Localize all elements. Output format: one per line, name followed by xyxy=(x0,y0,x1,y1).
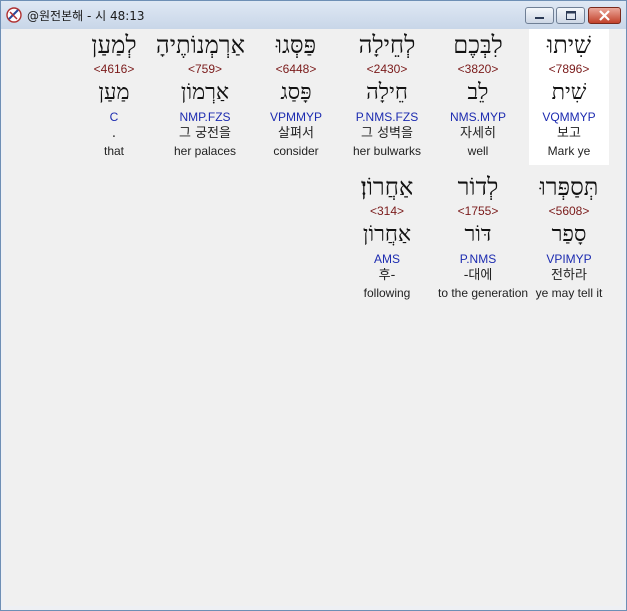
korean-gloss: 그 궁전을 xyxy=(179,126,231,141)
hebrew-word: לְמַעַן xyxy=(91,31,137,59)
maximize-button[interactable] xyxy=(556,7,585,24)
app-logo-icon xyxy=(6,7,22,23)
korean-gloss: 후- xyxy=(378,268,396,283)
interlinear-view[interactable]: שִׁיתוּ <7896> שִׁית VQMMYP 보고 Mark ye לִבְּכֶ… xyxy=(5,29,622,606)
korean-gloss: 살펴서 xyxy=(278,126,314,141)
morphology-code: AMS xyxy=(373,252,400,266)
window-title: @원전본해 - 시 48:13 xyxy=(27,9,145,23)
morphology-code: VQMMYP xyxy=(542,110,596,124)
morphology-code: VPIMYP xyxy=(546,252,592,266)
close-button[interactable] xyxy=(588,7,621,24)
english-gloss: to the generation xyxy=(438,286,529,300)
korean-gloss: 보고 xyxy=(557,126,581,141)
hebrew-lemma: אַרְמוֹן xyxy=(180,80,230,105)
hebrew-lemma: שִׁית xyxy=(551,80,587,105)
korean-gloss: . xyxy=(111,126,117,141)
word-column[interactable]: לִבְּכֶם <3820> לֵב NMS.MYP 자세히 well xyxy=(438,29,518,165)
close-icon xyxy=(599,10,610,21)
strong-number: <1755> xyxy=(457,204,499,218)
word-column[interactable]: לְמַעַן <4616> מַעַן C. that xyxy=(74,29,154,165)
english-gloss: her palaces xyxy=(173,144,237,158)
hebrew-lemma: דּוֹר xyxy=(464,222,492,247)
word-column[interactable]: לְחֵילָה <2430> חֵילָה P.NMS.FZS 그 성벽을 her bu… xyxy=(347,29,427,165)
strong-number: <7896> xyxy=(548,62,590,76)
english-gloss: ye may tell it xyxy=(535,286,603,300)
hebrew-word: לְחֵילָה xyxy=(358,31,416,59)
morphology-code: C xyxy=(109,110,119,124)
hebrew-lemma: אַחֲרוֹן xyxy=(362,222,412,247)
strong-number: <5608> xyxy=(548,204,590,218)
word-column[interactable]: אַרְמְנוֹתֶיהָ <759> אַרְמוֹן NMP.FZS 그 궁전을 h… xyxy=(155,29,245,165)
korean-gloss: 자세히 xyxy=(460,126,496,141)
korean-gloss: 전하라 xyxy=(551,268,587,283)
morphology-code: NMS.MYP xyxy=(449,110,506,124)
maximize-icon xyxy=(566,11,576,20)
morphology-code: VPMMYP xyxy=(269,110,322,124)
strong-number: <2430> xyxy=(366,62,408,76)
word-column[interactable]: אַחֲרוֹן׃ <314> אַחֲרוֹן AMS 후-following xyxy=(347,171,427,307)
english-gloss: following xyxy=(363,286,411,300)
strong-number: <759> xyxy=(187,62,223,76)
minimize-button[interactable] xyxy=(525,7,554,24)
english-gloss: that xyxy=(103,144,124,158)
word-column[interactable]: תְּסַפְּרוּ <5608> סָפַר VPIMYP 전하라 ye may te… xyxy=(529,171,609,307)
hebrew-word: תְּסַפְּרוּ xyxy=(539,173,599,201)
hebrew-lemma: לֵב xyxy=(467,80,489,105)
korean-gloss: -대에 xyxy=(463,268,493,283)
morphology-code: NMP.FZS xyxy=(179,110,231,124)
hebrew-word: לְדוֹר xyxy=(457,173,499,201)
english-gloss: her bulwarks xyxy=(352,144,422,158)
hebrew-word: אַחֲרוֹן׃ xyxy=(360,173,414,201)
english-gloss: Mark ye xyxy=(547,144,591,158)
minimize-icon xyxy=(535,17,544,19)
english-gloss: well xyxy=(467,144,489,158)
hebrew-word: לִבְּכֶם xyxy=(453,31,503,59)
hebrew-lemma: סָפַר xyxy=(551,222,587,247)
word-column[interactable]: שִׁיתוּ <7896> שִׁית VQMMYP 보고 Mark ye xyxy=(529,29,609,165)
hebrew-word: פַּסְּגוּ xyxy=(275,31,317,59)
morphology-code: P.NMS.FZS xyxy=(355,110,419,124)
word-column[interactable]: לְדוֹר <1755> דּוֹר P.NMS -대에 to the generati… xyxy=(438,171,529,307)
hebrew-word: אַרְמְנוֹתֶיהָ xyxy=(155,31,245,59)
hebrew-word: שִׁיתוּ xyxy=(546,31,592,59)
strong-number: <4616> xyxy=(93,62,135,76)
strong-number: <6448> xyxy=(275,62,317,76)
hebrew-lemma: חֵילָה xyxy=(366,80,408,105)
word-column[interactable]: פַּסְּגוּ <6448> פָּסַג VPMMYP 살펴서 consider xyxy=(256,29,336,165)
hebrew-lemma: מַעַן xyxy=(98,80,130,105)
title-bar[interactable]: @원전본해 - 시 48:13 xyxy=(1,1,626,29)
morphology-code: P.NMS xyxy=(459,252,497,266)
strong-number: <314> xyxy=(369,204,405,218)
hebrew-lemma: פָּסַג xyxy=(280,80,312,105)
korean-gloss: 그 성벽을 xyxy=(361,126,413,141)
strong-number: <3820> xyxy=(457,62,499,76)
app-window: @원전본해 - 시 48:13 שִׁיתוּ <7896> שִׁית VQMMYP… xyxy=(0,0,627,611)
english-gloss: consider xyxy=(273,144,319,158)
